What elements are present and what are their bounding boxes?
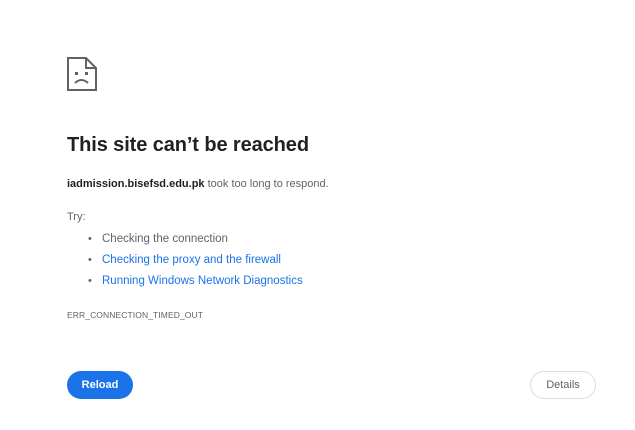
details-button[interactable]: Details <box>530 371 596 399</box>
sad-page-icon <box>67 57 97 91</box>
reload-button[interactable]: Reload <box>67 371 133 399</box>
suggestion-list: • Checking the connection • Checking the… <box>88 232 303 295</box>
error-message-suffix: took too long to respond. <box>204 178 329 190</box>
error-code: ERR_CONNECTION_TIMED_OUT <box>67 310 204 320</box>
suggestion-item-proxy-firewall: • Checking the proxy and the firewall <box>88 253 303 274</box>
suggestion-item-network-diagnostics: • Running Windows Network Diagnostics <box>88 274 303 295</box>
suggestion-text: Checking the connection <box>102 233 228 245</box>
suggestion-link-network-diagnostics[interactable]: Running Windows Network Diagnostics <box>102 275 303 287</box>
error-page: This site can’t be reached iadmission.bi… <box>0 0 635 430</box>
suggestion-item-connection: • Checking the connection <box>88 232 303 253</box>
bullet-icon: • <box>88 233 92 245</box>
suggestion-link-proxy-firewall[interactable]: Checking the proxy and the firewall <box>102 254 281 266</box>
bullet-icon: • <box>88 254 92 266</box>
error-host: iadmission.bisefsd.edu.pk <box>67 178 205 190</box>
bullet-icon: • <box>88 275 92 287</box>
error-message: iadmission.bisefsd.edu.pk took too long … <box>67 178 329 190</box>
try-label: Try: <box>67 211 86 223</box>
page-title: This site can’t be reached <box>67 134 309 156</box>
